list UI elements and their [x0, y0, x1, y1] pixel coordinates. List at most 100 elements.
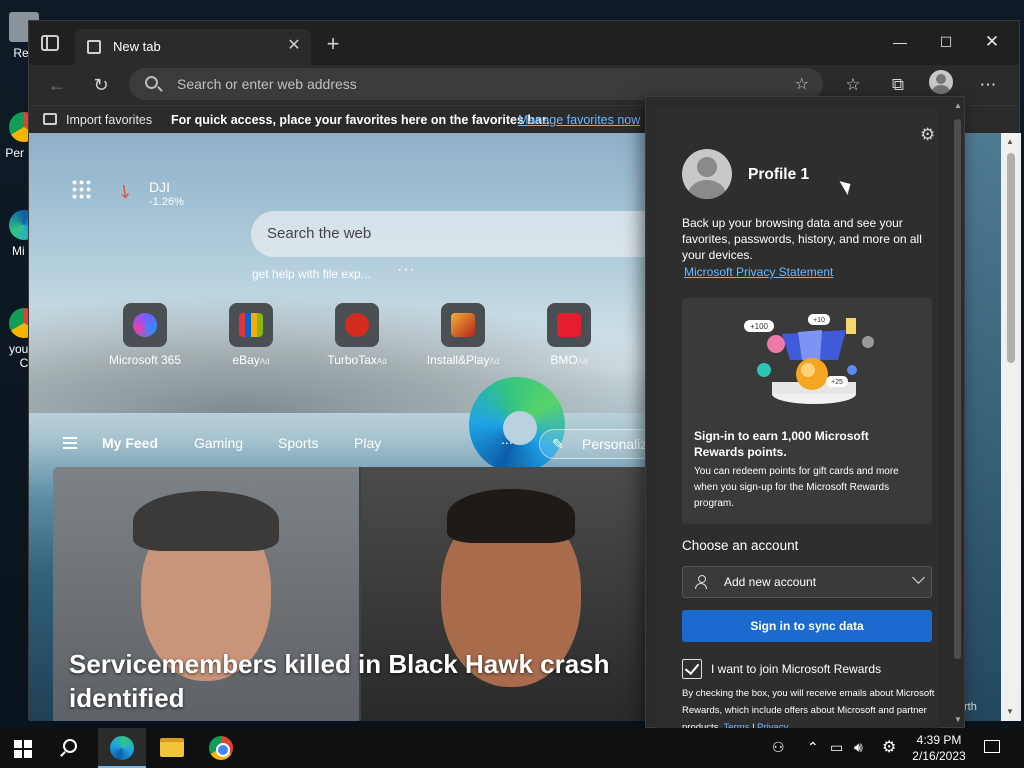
- ebay-icon: [239, 313, 263, 337]
- ad-label: Ad: [489, 357, 500, 366]
- rewards-illustration: +100 +10 +25: [744, 314, 874, 404]
- new-tab-plus-icon[interactable]: +: [321, 33, 345, 57]
- quick-link-label: BMO: [550, 353, 578, 367]
- quick-link-label: eBay: [232, 353, 260, 367]
- search-suggestion[interactable]: get help with file exp...: [252, 267, 371, 281]
- tab-bar: New tab ✕ + — ☐ ✕: [29, 21, 1019, 65]
- bmo-icon: [557, 313, 581, 337]
- feed-more-icon[interactable]: ...: [501, 431, 513, 447]
- import-favorites-icon: [43, 113, 57, 125]
- news-headline[interactable]: Servicemembers killed in Black Hawk cras…: [69, 647, 639, 715]
- quick-link-install-play[interactable]: Install&PlayAd: [413, 303, 513, 367]
- refresh-icon[interactable]: ↻: [87, 71, 115, 99]
- quick-link-turbotax[interactable]: TurboTaxAd: [307, 303, 407, 367]
- import-favorites-button[interactable]: Import favorites: [66, 113, 152, 127]
- feed-tab-play[interactable]: Play: [354, 435, 381, 451]
- flyout-scroll-down-icon[interactable]: ▼: [954, 715, 962, 724]
- favorites-bar-message: For quick access, place your favorites h…: [171, 113, 550, 127]
- tab-actions-icon[interactable]: [41, 35, 59, 51]
- tab-title: New tab: [113, 39, 161, 54]
- taskbar-clock[interactable]: 4:39 PM 2/16/2023: [905, 732, 973, 764]
- taskbar: ⚇ ⌃ ▭ 🔊︎ ⚙ 4:39 PM 2/16/2023: [0, 728, 1024, 768]
- taskbar-edge[interactable]: [98, 728, 146, 768]
- settings-gear-icon[interactable]: ⚙: [882, 737, 896, 757]
- people-icon[interactable]: ⚇: [772, 739, 785, 756]
- person-icon: [695, 575, 707, 589]
- profile-avatar-icon[interactable]: [929, 70, 953, 94]
- back-arrow-icon[interactable]: ←: [43, 71, 71, 99]
- more-options-icon[interactable]: ⋯: [974, 71, 1002, 99]
- feed-nav: My Feed Gaming Sports Play ... ✎ Persona…: [29, 429, 669, 459]
- manage-favorites-link[interactable]: Manage favorites now: [518, 113, 640, 127]
- show-hidden-icons-chevron-icon[interactable]: ⌃: [807, 739, 819, 756]
- join-rewards-label: I want to join Microsoft Rewards: [711, 662, 882, 676]
- account-dropdown[interactable]: Add new account: [682, 566, 932, 598]
- rewards-description: You can redeem points for gift cards and…: [694, 466, 899, 509]
- scroll-down-arrow-icon[interactable]: ▼: [1006, 707, 1014, 716]
- app-launcher-icon[interactable]: [71, 179, 91, 199]
- rewards-badge-100: +100: [750, 322, 769, 331]
- profile-name: Profile 1: [748, 166, 810, 183]
- microsoft-365-icon: [133, 313, 157, 337]
- menu-icon[interactable]: [63, 437, 77, 449]
- taskbar-file-explorer[interactable]: [148, 728, 196, 768]
- maximize-icon[interactable]: ☐: [931, 31, 961, 53]
- quick-link-microsoft-365[interactable]: Microsoft 365: [95, 303, 195, 367]
- collections-icon[interactable]: ⧉: [884, 71, 912, 99]
- scrollbar-thumb[interactable]: [1007, 153, 1015, 363]
- quick-link-bmo[interactable]: BMOAd: [519, 303, 619, 367]
- taskbar-search-icon[interactable]: [63, 739, 77, 753]
- flyout-scrollbar-thumb[interactable]: [954, 119, 961, 659]
- flyout-scroll-up-icon[interactable]: ▲: [954, 101, 962, 110]
- news-photo-hair: [447, 489, 575, 543]
- ad-label: Ad: [577, 357, 588, 366]
- quick-link-ebay[interactable]: eBayAd: [201, 303, 301, 367]
- news-photo-hair: [133, 491, 279, 551]
- feed-tab-gaming[interactable]: Gaming: [194, 435, 243, 451]
- chevron-down-icon: [912, 571, 925, 584]
- stock-change: -1.26%: [149, 196, 184, 208]
- stock-ticker[interactable]: DJI: [149, 179, 170, 195]
- favorites-icon[interactable]: ☆: [839, 71, 867, 99]
- web-search-box[interactable]: Search the web: [251, 211, 671, 257]
- feed-tab-my-feed[interactable]: My Feed: [102, 435, 158, 451]
- notifications-icon[interactable]: [984, 740, 1000, 753]
- scroll-up-arrow-icon[interactable]: ▲: [1006, 137, 1014, 146]
- sign-in-sync-button[interactable]: Sign in to sync data: [682, 610, 932, 642]
- network-icon[interactable]: ▭: [830, 739, 843, 756]
- feed-tab-sports[interactable]: Sports: [278, 435, 318, 451]
- volume-icon[interactable]: 🔊︎: [854, 739, 863, 756]
- side-news-card: [959, 133, 1001, 721]
- clock-date: 2/16/2023: [912, 749, 966, 763]
- personalize-icon: ✎: [552, 436, 564, 452]
- taskbar-chrome[interactable]: [197, 728, 245, 768]
- profile-flyout-content: ⚙ Profile 1 Back up your browsing data a…: [656, 109, 938, 733]
- suggestion-more-icon[interactable]: ···: [397, 261, 416, 279]
- rewards-title: Sign-in to earn 1,000 Microsoft Rewards …: [694, 429, 869, 459]
- fine-print-text: By checking the box, you will receive em…: [682, 688, 935, 733]
- join-rewards-checkbox[interactable]: [682, 659, 702, 679]
- quick-link-label: Install&Play: [426, 353, 490, 367]
- web-search-input[interactable]: Search the web: [267, 225, 371, 242]
- profile-avatar: [682, 149, 732, 199]
- start-windows-icon[interactable]: [14, 740, 32, 758]
- profile-settings-gear-icon[interactable]: ⚙: [920, 125, 935, 145]
- page-scrollbar[interactable]: ▲ ▼: [1001, 133, 1021, 721]
- minimize-icon[interactable]: —: [885, 31, 915, 53]
- privacy-statement-link[interactable]: Microsoft Privacy Statement: [684, 265, 833, 279]
- new-tab-favicon-icon: [87, 40, 101, 54]
- add-favorite-star-icon[interactable]: ☆: [795, 74, 809, 94]
- chrome-icon: [209, 736, 233, 760]
- backup-description: Back up your browsing data and see your …: [682, 216, 922, 262]
- address-input[interactable]: Search or enter web address: [177, 76, 357, 92]
- close-tab-icon[interactable]: ✕: [285, 37, 303, 55]
- tab-new-tab[interactable]: New tab ✕: [75, 29, 311, 65]
- close-window-icon[interactable]: ✕: [977, 31, 1007, 53]
- flyout-scrollbar[interactable]: ▲ ▼: [952, 97, 964, 729]
- install-play-icon: [451, 313, 475, 337]
- news-card[interactable]: Servicemembers killed in Black Hawk cras…: [53, 467, 653, 721]
- folder-icon: [160, 738, 184, 757]
- edge-icon: [110, 736, 134, 760]
- rewards-badge-25: +25: [831, 379, 843, 386]
- profile-flyout: ⚙ Profile 1 Back up your browsing data a…: [645, 96, 965, 733]
